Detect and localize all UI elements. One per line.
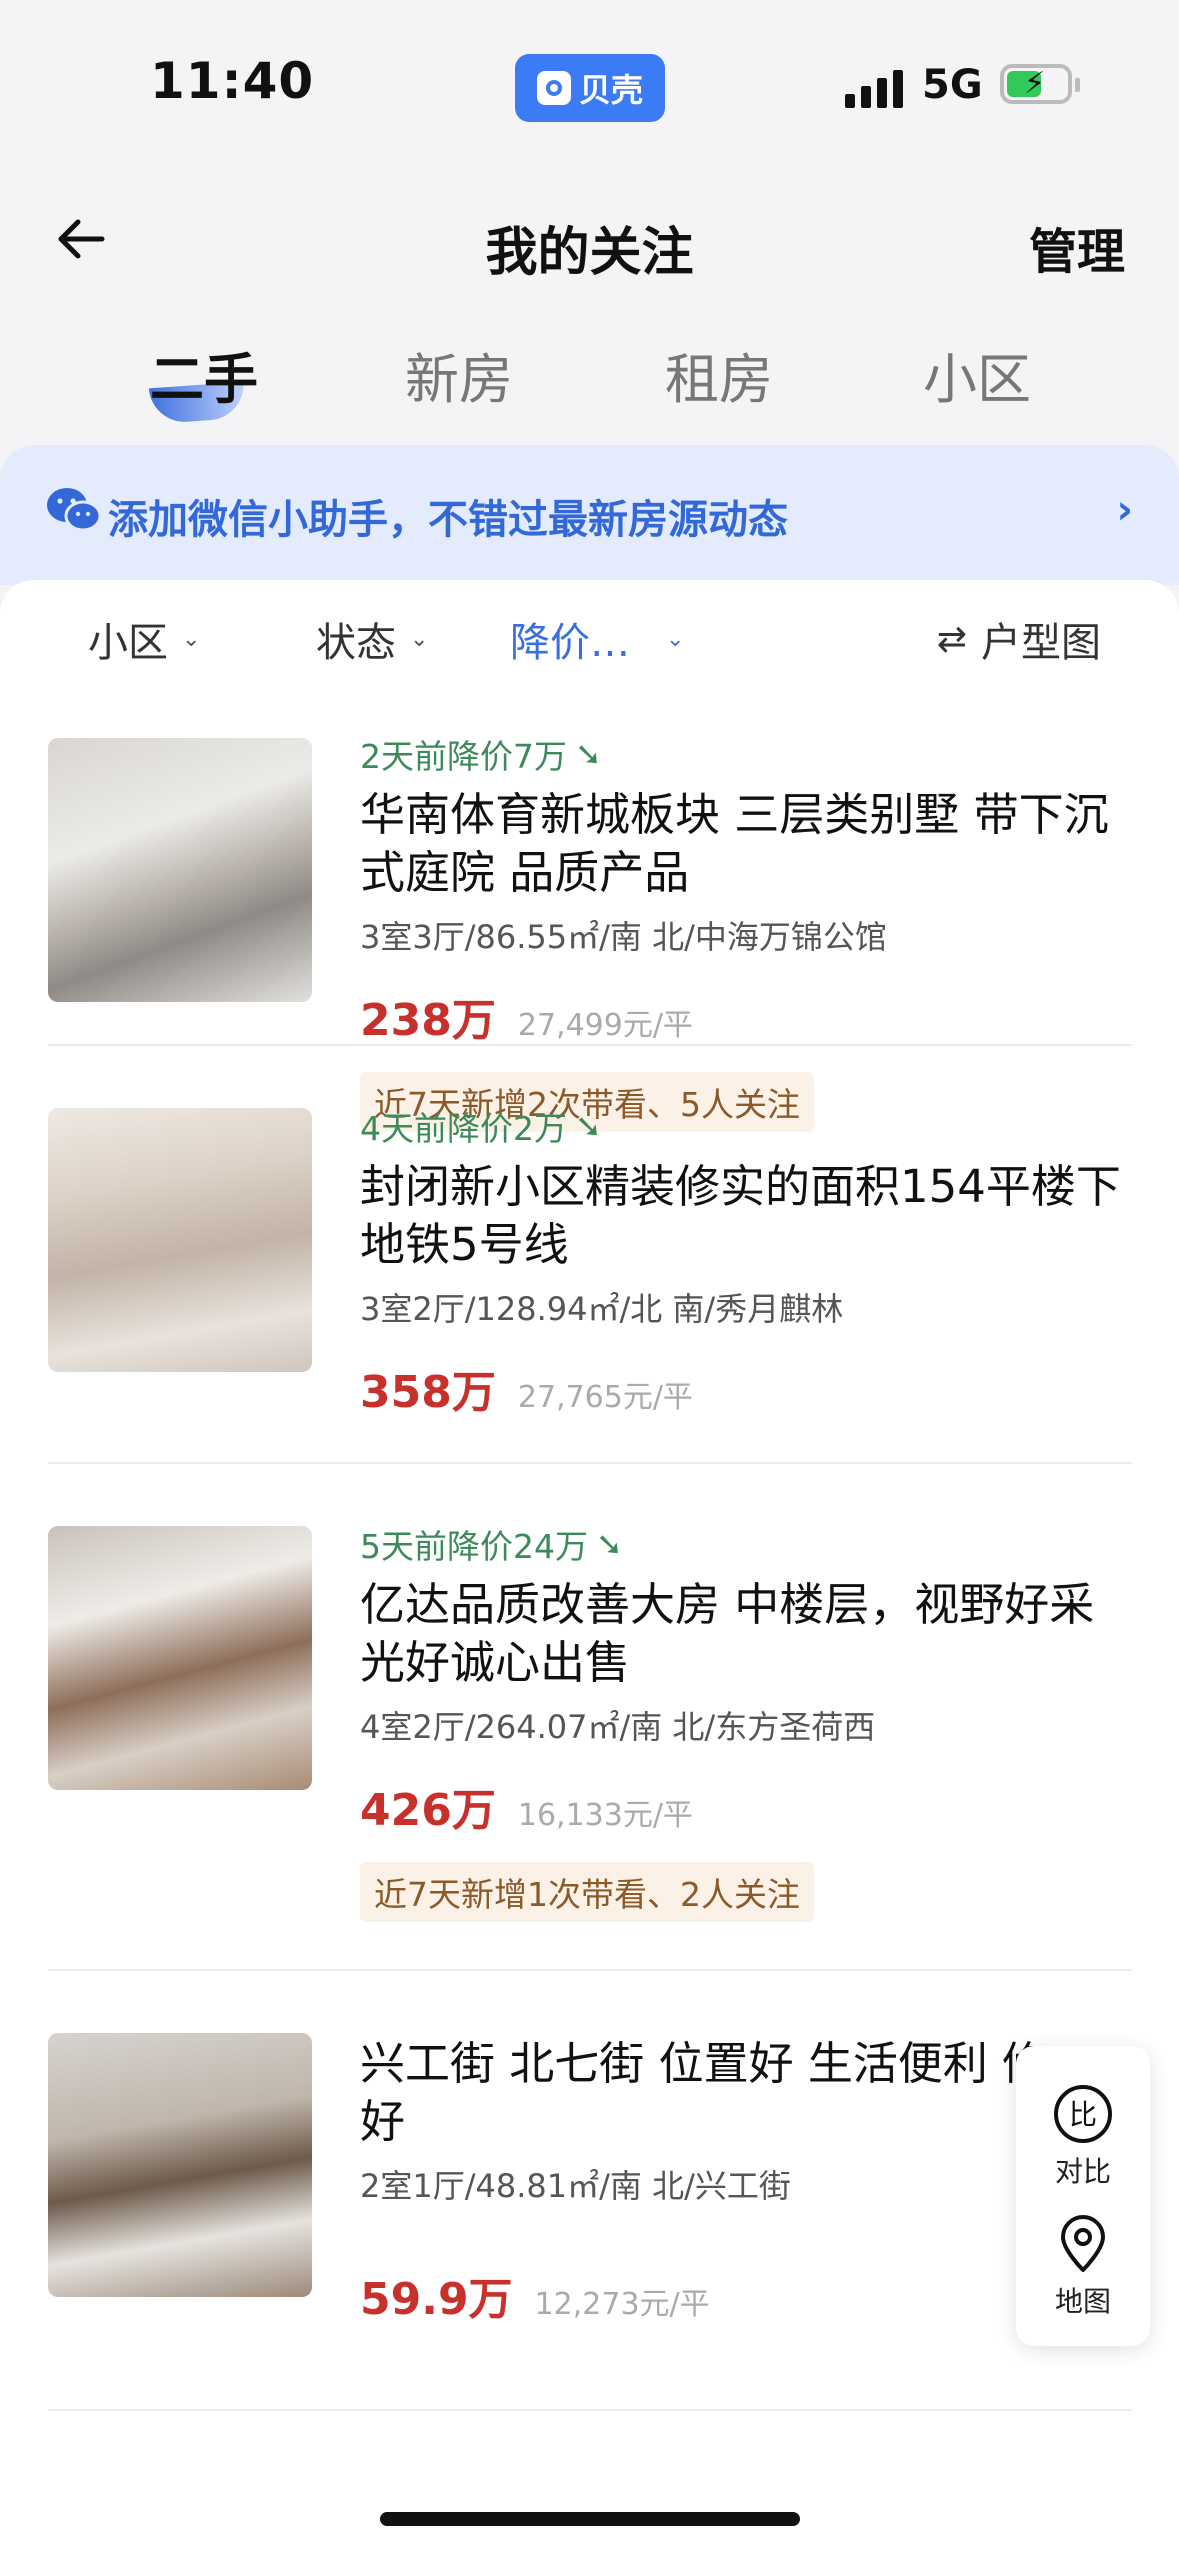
listing-photo (48, 2033, 312, 2297)
tab-communities[interactable]: 小区 (923, 335, 1031, 414)
listing-photo (48, 1526, 312, 1790)
compare-label: 对比 (1054, 2155, 1111, 2188)
filter-floorplan[interactable]: ⇄ 户型图 (937, 610, 1101, 668)
category-tabs: 二手 新房 租房 小区 (0, 335, 1179, 435)
tab-new-homes[interactable]: 新房 (405, 335, 513, 414)
unit-price: 27,765元/平 (517, 1380, 693, 1415)
price-drop-label: 5天前降价24万 ➘ (360, 1520, 1132, 1568)
chevron-down-icon: ⌄ (666, 626, 685, 652)
location-pin-icon (1061, 2215, 1105, 2272)
price-row: 358万 27,765元/平 (360, 1356, 1132, 1420)
filter-price-drop-label: 降价… (510, 620, 630, 666)
wechat-icon (47, 488, 102, 532)
listing-attributes: 4室2厅/264.07㎡/南 北/东方圣荷西 (360, 1708, 876, 1746)
listing-title: 封闭新小区精装修实的面积154平楼下地铁5号线 (360, 1160, 1121, 1271)
listing-info: 兴工街 北七街 位置好 生活便利 修好 2室1厅/48.81㎡/南 北/兴工街 … (360, 2027, 1060, 2327)
price-row: 426万 16,133元/平 (360, 1774, 1132, 1838)
total-price: 59.9万 (360, 2274, 513, 2325)
listing-photo (48, 738, 312, 1002)
map-button[interactable]: 地图 (1016, 2212, 1150, 2320)
price-drop-label: 2天前降价7万 ➘ (360, 730, 1132, 778)
floating-tools: 比 对比 地图 (1016, 2046, 1150, 2346)
network-label: 5G (922, 62, 983, 108)
listing-card[interactable]: 5天前降价24万 ➘ 亿达品质改善大房 中楼层，视野好采光好诚心出售 4室2厅/… (48, 1464, 1132, 1971)
chevron-right-icon: › (1116, 487, 1133, 533)
chevron-down-icon: ⌄ (182, 626, 201, 652)
tab-second-hand[interactable]: 二手 (150, 335, 258, 414)
battery-icon: ⚡ (1000, 64, 1080, 104)
map-label: 地图 (1054, 2285, 1111, 2318)
app-badge-label: 贝壳 (578, 71, 643, 109)
listing-attributes: 2室1厅/48.81㎡/南 北/兴工街 (360, 2167, 791, 2205)
total-price: 238万 (360, 995, 496, 1046)
price-row: 238万 27,499元/平 (360, 984, 1132, 1048)
unit-price: 12,273元/平 (534, 2287, 710, 2322)
activity-tag: 近7天新增1次带看、2人关注 (360, 1862, 814, 1922)
listing-card[interactable]: 2天前降价7万 ➘ 华南体育新城板块 三层类别墅 带下沉式庭院 品质产品 3室3… (48, 710, 1132, 1132)
filter-community[interactable]: 小区 ⌄ (88, 610, 200, 668)
listing-info: 4天前降价2万 ➘ 封闭新小区精装修实的面积154平楼下地铁5号线 3室2厅/1… (360, 1102, 1132, 1420)
page-title: 我的关注 (485, 223, 694, 283)
wechat-banner[interactable]: 添加微信小助手，不错过最新房源动态 › (0, 445, 1179, 585)
home-indicator[interactable] (380, 2512, 800, 2526)
unit-price: 27,499元/平 (517, 1008, 693, 1043)
app-badge[interactable]: 贝壳 (515, 54, 665, 122)
beike-logo-icon (536, 71, 571, 105)
price-drop-text: 4天前降价2万 (360, 1109, 567, 1148)
price-drop-label: 4天前降价2万 ➘ (360, 1102, 1132, 1150)
manage-button[interactable]: 管理 (1029, 212, 1125, 282)
price-drop-text: 2天前降价7万 (360, 737, 567, 776)
filter-price-drop[interactable]: 降价… ⌄ (510, 610, 684, 668)
listing-attributes: 3室3厅/86.55㎡/南 北/中海万锦公馆 (360, 918, 887, 956)
listing-card[interactable]: 4天前降价2万 ➘ 封闭新小区精装修实的面积154平楼下地铁5号线 3室2厅/1… (48, 1046, 1132, 1464)
price-row: 59.9万 12,273元/平 (360, 2263, 1060, 2327)
filter-status[interactable]: 状态 ⌄ (316, 610, 428, 668)
tab-rentals[interactable]: 租房 (665, 335, 773, 414)
filter-floorplan-label: 户型图 (981, 620, 1101, 666)
arrow-down-icon: ➘ (596, 1525, 623, 1563)
arrow-down-icon: ➘ (575, 1107, 602, 1145)
listing-photo (48, 1108, 312, 1372)
price-drop-text: 5天前降价24万 (360, 1527, 588, 1566)
total-price: 358万 (360, 1367, 496, 1418)
status-bar: 11:40 贝壳 5G ⚡ (0, 0, 1179, 175)
total-price: 426万 (360, 1785, 496, 1836)
compare-icon: 比 (1054, 2085, 1112, 2143)
status-time: 11:40 (150, 52, 315, 110)
unit-price: 16,133元/平 (517, 1798, 693, 1833)
listing-info: 5天前降价24万 ➘ 亿达品质改善大房 中楼层，视野好采光好诚心出售 4室2厅/… (360, 1520, 1132, 1922)
arrow-down-icon: ➘ (575, 735, 602, 773)
signal-icon (845, 70, 903, 108)
svg-text:比: 比 (1069, 2098, 1097, 2131)
filter-bar: 小区 ⌄ 状态 ⌄ 降价… ⌄ ⇄ 户型图 (0, 610, 1179, 680)
listing-attributes: 3室2厅/128.94㎡/北 南/秀月麒林 (360, 1290, 844, 1328)
listing-title: 华南体育新城板块 三层类别墅 带下沉式庭院 品质产品 (360, 788, 1109, 899)
listing-title: 亿达品质改善大房 中楼层，视野好采光好诚心出售 (360, 1578, 1095, 1689)
filter-community-label: 小区 (88, 620, 168, 666)
compare-button[interactable]: 比 对比 (1016, 2082, 1150, 2190)
banner-text: 添加微信小助手，不错过最新房源动态 (108, 497, 788, 543)
listing-title: 兴工街 北七街 位置好 生活便利 修好 (360, 2037, 1048, 2148)
favorites-list-panel: 小区 ⌄ 状态 ⌄ 降价… ⌄ ⇄ 户型图 2天前降价7万 ➘ 华南体育新城板块… (0, 580, 1179, 2556)
swap-icon: ⇄ (936, 618, 967, 660)
chevron-down-icon: ⌄ (410, 626, 429, 652)
filter-status-label: 状态 (316, 620, 396, 666)
listing-card[interactable]: 兴工街 北七街 位置好 生活便利 修好 2室1厅/48.81㎡/南 北/兴工街 … (48, 1971, 1132, 2411)
